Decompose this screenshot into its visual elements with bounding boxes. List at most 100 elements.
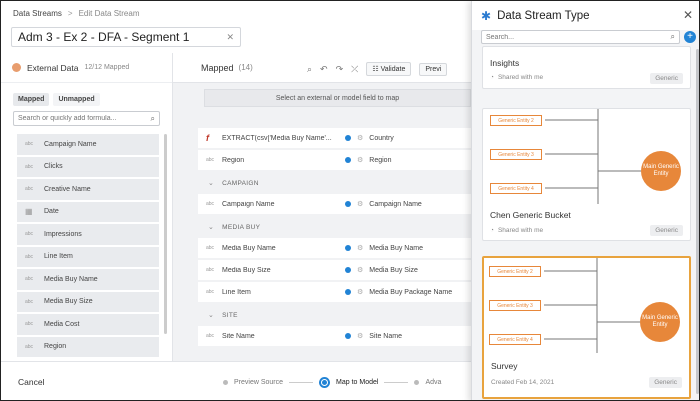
mapping-rows: f EXTRACT(csv['Media Buy Name'... ⚙ Coun…: [198, 128, 471, 348]
external-field-list: abc Campaign Name abc Clicks abc Creative N…: [17, 134, 159, 359]
entity-box: Generic Entity 2: [490, 115, 542, 126]
list-item[interactable]: abc Media Buy Name: [17, 269, 159, 290]
tab-mapped[interactable]: Mapped: [13, 93, 50, 106]
target-field: Site Name: [369, 332, 402, 340]
mapped-header: Mapped (14) ⌕ ↶ ↷ ⤫ ☷ Validate Previ: [173, 53, 471, 83]
target-field: Media Buy Package Name: [369, 288, 453, 296]
stream-name-field[interactable]: ✕: [11, 27, 241, 47]
table-row[interactable]: abc Campaign Name ⚙ Campaign Name: [198, 194, 471, 214]
filter-tabs: Mapped Unmapped: [13, 93, 100, 106]
gear-icon[interactable]: ⚙: [357, 134, 363, 142]
chevron-down-icon[interactable]: ⌄: [208, 179, 214, 187]
card-meta: ◔ Shared with me: [490, 74, 544, 81]
field-list-scrollbar[interactable]: [164, 134, 167, 334]
step-dot-icon: [414, 380, 420, 385]
search-icon[interactable]: ⌕: [151, 114, 155, 124]
chevron-down-icon[interactable]: ⌄: [208, 223, 214, 231]
stream-type-card-insights[interactable]: Insights ◔ Shared with me Generic: [482, 46, 691, 89]
breadcrumb-data-streams[interactable]: Data Streams: [13, 9, 62, 18]
drawer-scrollbar[interactable]: [696, 49, 699, 394]
field-search[interactable]: ⌕: [13, 111, 160, 126]
search-icon[interactable]: ⌕: [307, 64, 312, 75]
stream-name-input[interactable]: [18, 30, 218, 44]
collapse-icon[interactable]: ⤫: [351, 64, 358, 75]
cancel-button[interactable]: Cancel: [18, 377, 44, 387]
list-item[interactable]: abc Media Cost: [17, 314, 159, 335]
source-field: EXTRACT(csv['Media Buy Name'...: [222, 134, 332, 142]
text-type-icon: abc: [25, 141, 34, 148]
field-label: Creative Name: [44, 185, 91, 193]
text-type-icon: abc: [206, 289, 215, 295]
gear-icon[interactable]: ⚙: [357, 156, 363, 164]
gear-icon[interactable]: ⚙: [357, 288, 363, 296]
target-field: Campaign Name: [369, 200, 422, 208]
wizard-footer: Cancel Preview Source Map to Model Adva: [1, 361, 471, 400]
list-item[interactable]: abc Clicks: [17, 156, 159, 177]
text-type-icon: abc: [206, 267, 215, 273]
entity-box: Generic Entity 4: [490, 183, 542, 194]
list-item[interactable]: abc Campaign Name: [17, 134, 159, 155]
list-item[interactable]: abc Creative Name: [17, 179, 159, 200]
text-type-icon: abc: [206, 157, 215, 163]
list-item[interactable]: ▦ Date: [17, 201, 159, 222]
step-dot-icon: [223, 380, 228, 385]
gear-icon[interactable]: ⚙: [357, 332, 363, 340]
type-badge: Generic: [650, 73, 683, 84]
chevron-down-icon[interactable]: ⌄: [208, 311, 214, 319]
step-connector: [384, 382, 409, 383]
field-label: Line Item: [44, 253, 73, 261]
section-header[interactable]: ⌄ MEDIA BUY: [198, 216, 471, 238]
link-dot-icon: [345, 245, 351, 251]
stream-type-card-chen-generic-bucket[interactable]: Generic Entity 2 Generic Entity 3 Generi…: [482, 108, 691, 241]
main-entity-circle: Main Generic Entity: [640, 302, 680, 342]
link-dot-icon: [345, 201, 351, 207]
table-row[interactable]: f EXTRACT(csv['Media Buy Name'... ⚙ Coun…: [198, 128, 471, 148]
text-type-icon: abc: [25, 163, 34, 170]
gear-icon[interactable]: ⚙: [357, 266, 363, 274]
close-icon[interactable]: ✕: [683, 8, 693, 22]
step-advanced[interactable]: Adva: [425, 379, 441, 386]
table-row[interactable]: abc Site Name ⚙ Site Name: [198, 326, 471, 346]
redo-icon[interactable]: ↷: [336, 64, 344, 75]
source-field: Region: [222, 156, 245, 164]
mapped-title: Mapped: [201, 62, 234, 73]
drawer-search[interactable]: ⌕: [481, 30, 680, 44]
step-map-to-model[interactable]: Map to Model: [336, 379, 378, 386]
list-item[interactable]: abc Region: [17, 336, 159, 357]
table-row[interactable]: abc Media Buy Size ⚙ Media Buy Size: [198, 260, 471, 280]
select-field-hint: Select an external or model field to map: [204, 89, 471, 107]
table-row[interactable]: abc Region ⚙ Region: [198, 150, 471, 170]
field-label: Campaign Name: [44, 140, 97, 148]
list-item[interactable]: abc Media Buy Size: [17, 291, 159, 312]
stream-type-card-survey[interactable]: Generic Entity 2 Generic Entity 3 Generi…: [482, 256, 691, 399]
table-row[interactable]: abc Line Item ⚙ Media Buy Package Name: [198, 282, 471, 302]
drawer-header: ✱ Data Stream Type ✕: [472, 1, 699, 30]
type-badge: Generic: [649, 377, 682, 388]
list-item[interactable]: abc Impressions: [17, 224, 159, 245]
section-header[interactable]: ⌄ SITE: [198, 304, 471, 326]
preview-button[interactable]: Previ: [419, 62, 448, 76]
step-preview-source[interactable]: Preview Source: [234, 379, 283, 386]
add-stream-type-button[interactable]: +: [684, 31, 696, 43]
target-field: Region: [369, 156, 392, 164]
text-type-icon: abc: [25, 276, 34, 283]
shared-icon: ◔: [490, 227, 494, 234]
gear-icon[interactable]: ⚙: [357, 200, 363, 208]
card-name: Chen Generic Bucket: [490, 210, 571, 220]
calendar-icon: ▦: [25, 207, 33, 217]
undo-icon[interactable]: ↶: [320, 64, 328, 75]
drawer-search-input[interactable]: [486, 33, 656, 41]
tab-unmapped[interactable]: Unmapped: [53, 93, 100, 106]
close-icon[interactable]: ✕: [226, 32, 234, 43]
target-field: Media Buy Size: [369, 266, 418, 274]
table-row[interactable]: abc Media Buy Name ⚙ Media Buy Name: [198, 238, 471, 258]
formula-icon: f: [206, 133, 209, 143]
validate-button[interactable]: ☷ Validate: [366, 62, 412, 76]
gear-icon[interactable]: ⚙: [357, 244, 363, 252]
section-header[interactable]: ⌄ CAMPAIGN: [198, 172, 471, 194]
field-search-input[interactable]: [18, 115, 143, 122]
field-label: Clicks: [44, 163, 63, 171]
search-icon[interactable]: ⌕: [671, 32, 675, 42]
text-type-icon: abc: [25, 343, 34, 350]
list-item[interactable]: abc Line Item: [17, 246, 159, 267]
